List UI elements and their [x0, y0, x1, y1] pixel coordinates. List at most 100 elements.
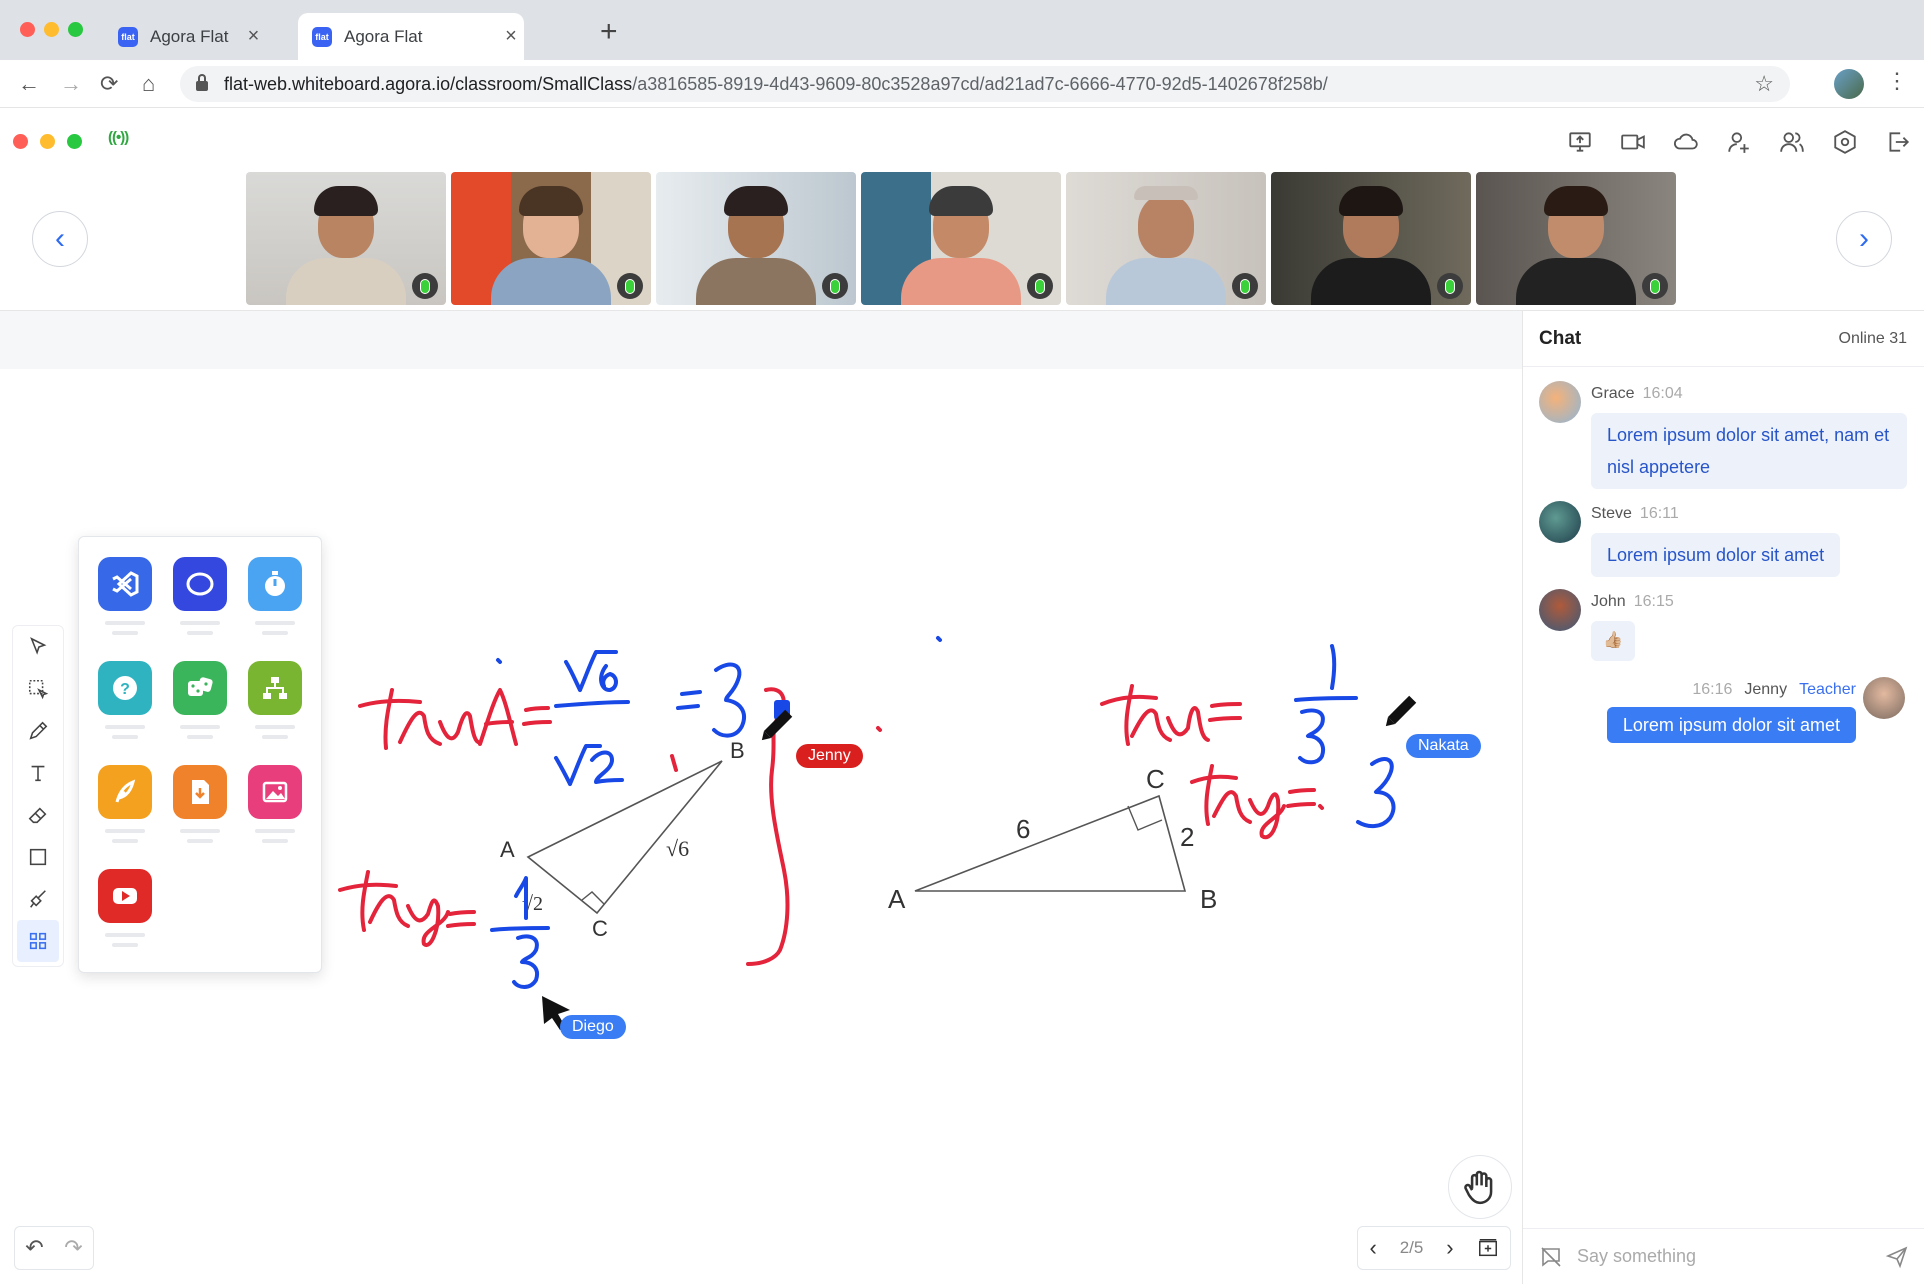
message-meta: 16:16 Jenny Teacher [1692, 681, 1856, 699]
new-tab-button[interactable]: + [600, 17, 618, 47]
participant-body [491, 258, 611, 305]
app-label-placeholder [255, 725, 295, 729]
browser-tab-active[interactable]: flat Agora Flat × [298, 13, 524, 60]
forward-button[interactable]: → [60, 70, 82, 98]
browser-menu-icon[interactable]: ⋮ [1886, 68, 1908, 94]
avatar [1539, 501, 1581, 543]
participant-hair [1339, 186, 1403, 216]
participant-body [696, 258, 816, 305]
geogebra-app-icon[interactable] [98, 765, 152, 819]
video-tile[interactable] [656, 172, 856, 305]
close-tab-icon[interactable]: × [498, 25, 524, 48]
close-window-button[interactable] [20, 22, 35, 37]
bookmark-star-icon[interactable]: ☆ [1754, 71, 1774, 97]
video-tile[interactable] [861, 172, 1061, 305]
vertex-label-a: A [500, 837, 515, 862]
whiteboard-canvas[interactable]: A B C √6 √2 A B C 6 2 Jenny Nakata Diego… [0, 311, 1522, 1284]
video-prev-button[interactable]: ‹ [32, 211, 88, 267]
right-angle-mark [581, 891, 605, 905]
app-label-placeholder [262, 839, 288, 843]
chat-panel: Chat Online 31 Grace 16:04 Lorem ipsum do… [1522, 311, 1924, 1284]
right-triangle [914, 794, 1187, 892]
countdown-app-icon[interactable] [248, 557, 302, 611]
mic-on-icon [412, 273, 438, 299]
video-tile[interactable] [1271, 172, 1471, 305]
whiteboard-app-icon[interactable] [173, 557, 227, 611]
download-app-icon[interactable] [173, 765, 227, 819]
participant-hair [724, 186, 788, 216]
share-screen-icon[interactable] [1553, 127, 1606, 157]
minimize-window-button[interactable] [44, 22, 59, 37]
message-time: 16:15 [1633, 593, 1674, 610]
message-bubble: Lorem ipsum dolor sit amet, nam et nisl … [1591, 413, 1907, 489]
rectangle-icon[interactable] [13, 836, 63, 878]
video-tile[interactable] [246, 172, 446, 305]
selector-icon[interactable] [13, 668, 63, 710]
header-toolbar [1553, 127, 1924, 157]
side-label-cb: 2 [1180, 822, 1194, 852]
raise-hand-button[interactable] [1448, 1155, 1512, 1219]
pencil-icon[interactable] [13, 710, 63, 752]
app-label-placeholder [105, 829, 145, 833]
chat-title: Chat [1539, 327, 1582, 349]
text-icon[interactable] [13, 752, 63, 794]
tab-title: Agora Flat [344, 26, 423, 46]
send-icon[interactable] [1885, 1245, 1909, 1269]
video-tile[interactable] [1476, 172, 1676, 305]
participant-hair [1544, 186, 1608, 216]
invite-user-icon[interactable] [1712, 127, 1765, 157]
image-app-icon[interactable] [248, 765, 302, 819]
undo-redo-bar: ↶ ↷ [14, 1226, 94, 1270]
cloud-icon[interactable] [1659, 127, 1712, 157]
eraser-icon[interactable] [13, 794, 63, 836]
vscode-app-icon[interactable] [98, 557, 152, 611]
add-page-icon[interactable] [1477, 1237, 1499, 1259]
next-page-icon[interactable]: › [1446, 1235, 1453, 1261]
video-tile[interactable] [1066, 172, 1266, 305]
pointer-icon[interactable] [13, 626, 63, 668]
app-close-button[interactable] [13, 134, 28, 149]
mindmap-app-icon[interactable] [248, 661, 302, 715]
redo-icon[interactable]: ↷ [64, 1235, 82, 1261]
tab-title: Agora Flat [150, 26, 229, 46]
exit-icon[interactable] [1871, 127, 1924, 157]
close-tab-icon[interactable]: × [240, 25, 266, 48]
clear-icon[interactable] [13, 878, 63, 920]
vertex-label-c: C [592, 916, 608, 941]
app-header: ((•)) [0, 109, 1924, 171]
apps-icon[interactable] [17, 920, 59, 962]
undo-icon[interactable]: ↶ [25, 1235, 43, 1261]
app-maximize-button[interactable] [67, 134, 82, 149]
app-label-placeholder [255, 621, 295, 625]
users-icon[interactable] [1765, 127, 1818, 157]
quiz-app-icon[interactable]: ? [98, 661, 152, 715]
message-meta: John 16:15 [1591, 593, 1674, 611]
camera-icon[interactable] [1606, 127, 1659, 157]
apps-panel: ? [78, 536, 322, 973]
hand-icon [1464, 1170, 1493, 1205]
browser-tab[interactable]: flat Agora Flat × [104, 13, 284, 60]
prev-page-icon[interactable]: ‹ [1369, 1235, 1376, 1261]
message-time: 16:11 [1639, 505, 1679, 522]
chat-input[interactable]: Say something [1577, 1246, 1885, 1267]
dice-app-icon[interactable] [173, 661, 227, 715]
home-button[interactable]: ⌂ [142, 70, 155, 98]
youtube-app-icon[interactable] [98, 869, 152, 923]
video-next-button[interactable]: › [1836, 211, 1892, 267]
app-minimize-button[interactable] [40, 134, 55, 149]
url-field[interactable]: flat-web.whiteboard.agora.io/classroom/S… [180, 66, 1790, 102]
mute-chat-icon[interactable] [1539, 1245, 1563, 1269]
back-button[interactable]: ← [18, 70, 40, 98]
maximize-window-button[interactable] [68, 22, 83, 37]
cursor-tag-jenny: Jenny [796, 744, 863, 768]
video-tile[interactable] [451, 172, 651, 305]
reload-button[interactable]: ⟳ [100, 70, 118, 98]
avatar [1539, 381, 1581, 423]
profile-avatar[interactable] [1834, 69, 1864, 99]
mic-on-icon [1642, 273, 1668, 299]
vertex-label-b: B [1200, 884, 1217, 914]
settings-icon[interactable] [1818, 127, 1871, 157]
avatar [1863, 677, 1905, 719]
message-bubble: Lorem ipsum dolor sit amet [1606, 707, 1856, 743]
app-label-placeholder [112, 631, 138, 635]
